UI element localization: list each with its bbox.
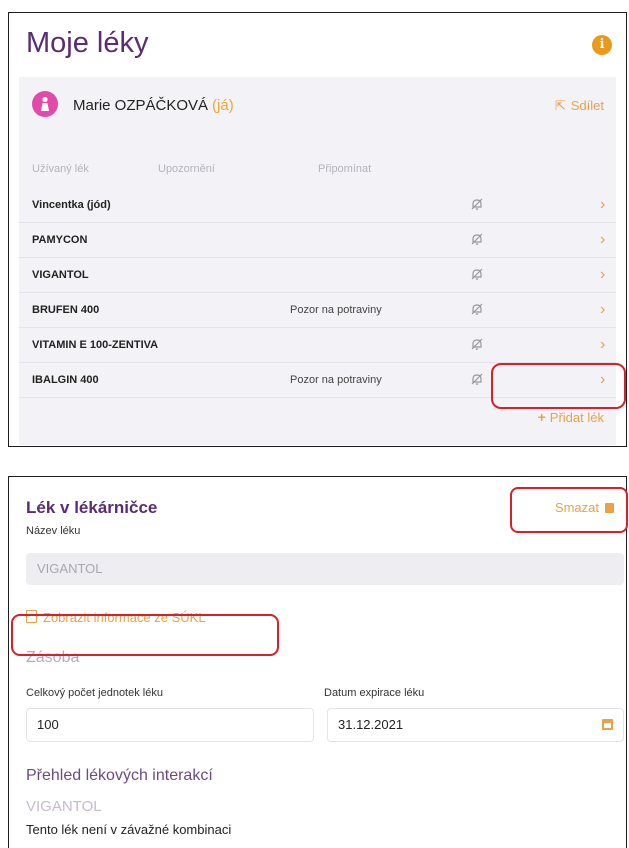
column-header-warning: Upozornění bbox=[158, 163, 215, 175]
count-input[interactable]: 100 bbox=[26, 708, 314, 742]
table-row[interactable]: PAMYCON › bbox=[19, 223, 616, 258]
chevron-right-icon[interactable]: › bbox=[600, 196, 605, 214]
med-name: VITAMIN E 100-ZENTIVA bbox=[32, 339, 159, 351]
user-tag: (já) bbox=[212, 97, 234, 114]
add-med-button[interactable]: + Přidat lék bbox=[538, 409, 604, 425]
share-button[interactable]: ⇱ Sdílet bbox=[555, 98, 604, 114]
table-row[interactable]: Vincentka (jód) › bbox=[19, 188, 616, 223]
med-name: VIGANTOL bbox=[32, 269, 89, 281]
female-icon bbox=[41, 96, 49, 111]
share-label: Sdílet bbox=[570, 98, 604, 113]
column-header-remind: Připomínat bbox=[318, 163, 372, 175]
highlight-sukl bbox=[11, 614, 279, 656]
chevron-right-icon[interactable]: › bbox=[600, 336, 605, 354]
med-name-label: Název léku bbox=[26, 525, 81, 537]
bell-off-icon[interactable] bbox=[470, 302, 484, 316]
info-icon[interactable]: i bbox=[592, 35, 612, 55]
table-row[interactable]: VITAMIN E 100-ZENTIVA › bbox=[19, 328, 616, 363]
chevron-right-icon[interactable]: › bbox=[600, 301, 605, 319]
med-name: IBALGIN 400 bbox=[32, 374, 99, 386]
column-header-med: Užívaný lék bbox=[32, 163, 89, 175]
expiry-value: 31.12.2021 bbox=[338, 717, 404, 732]
avatar bbox=[32, 91, 58, 117]
calendar-icon[interactable] bbox=[602, 719, 613, 730]
expiry-label: Datum expirace léku bbox=[324, 687, 425, 699]
highlight-delete bbox=[510, 487, 628, 533]
count-label: Celkový počet jednotek léku bbox=[26, 687, 163, 699]
bell-off-icon[interactable] bbox=[470, 372, 484, 386]
add-med-label: Přidat lék bbox=[549, 410, 604, 425]
bell-off-icon[interactable] bbox=[470, 267, 484, 281]
interactions-heading: Přehled lékových interakcí bbox=[26, 767, 213, 784]
expiry-input[interactable]: 31.12.2021 bbox=[327, 708, 624, 742]
med-name: BRUFEN 400 bbox=[32, 304, 100, 316]
med-name-field: VIGANTOL bbox=[26, 553, 624, 585]
user-row: Marie OZPÁČKOVÁ (já) ⇱ Sdílet bbox=[19, 77, 616, 131]
my-meds-header: Moje léky i bbox=[9, 13, 626, 77]
chevron-right-icon[interactable]: › bbox=[600, 231, 605, 249]
external-link-icon: ⇱ bbox=[554, 98, 566, 113]
med-name: PAMYCON bbox=[32, 234, 88, 246]
bell-off-icon[interactable] bbox=[470, 232, 484, 246]
user-name: Marie OZPÁČKOVÁ (já) bbox=[73, 97, 234, 114]
med-name: Vincentka (jód) bbox=[32, 199, 111, 211]
detail-title: Lék v lékárničce bbox=[26, 498, 158, 517]
table-row[interactable]: BRUFEN 400 Pozor na potraviny › bbox=[19, 293, 616, 328]
interaction-drug: VIGANTOL bbox=[26, 798, 102, 815]
page-title: Moje léky bbox=[26, 27, 149, 59]
med-warning: Pozor na potraviny bbox=[290, 374, 382, 386]
chevron-right-icon[interactable]: › bbox=[600, 266, 605, 284]
table-row[interactable]: VIGANTOL › bbox=[19, 258, 616, 293]
med-warning: Pozor na potraviny bbox=[290, 304, 382, 316]
bell-off-icon[interactable] bbox=[470, 197, 484, 211]
bell-off-icon[interactable] bbox=[470, 337, 484, 351]
interaction-text: Tento lék není v závažné kombinaci bbox=[26, 822, 232, 837]
plus-icon: + bbox=[537, 409, 546, 425]
highlight-add-med bbox=[491, 363, 626, 409]
user-name-text: Marie OZPÁČKOVÁ bbox=[73, 97, 209, 114]
